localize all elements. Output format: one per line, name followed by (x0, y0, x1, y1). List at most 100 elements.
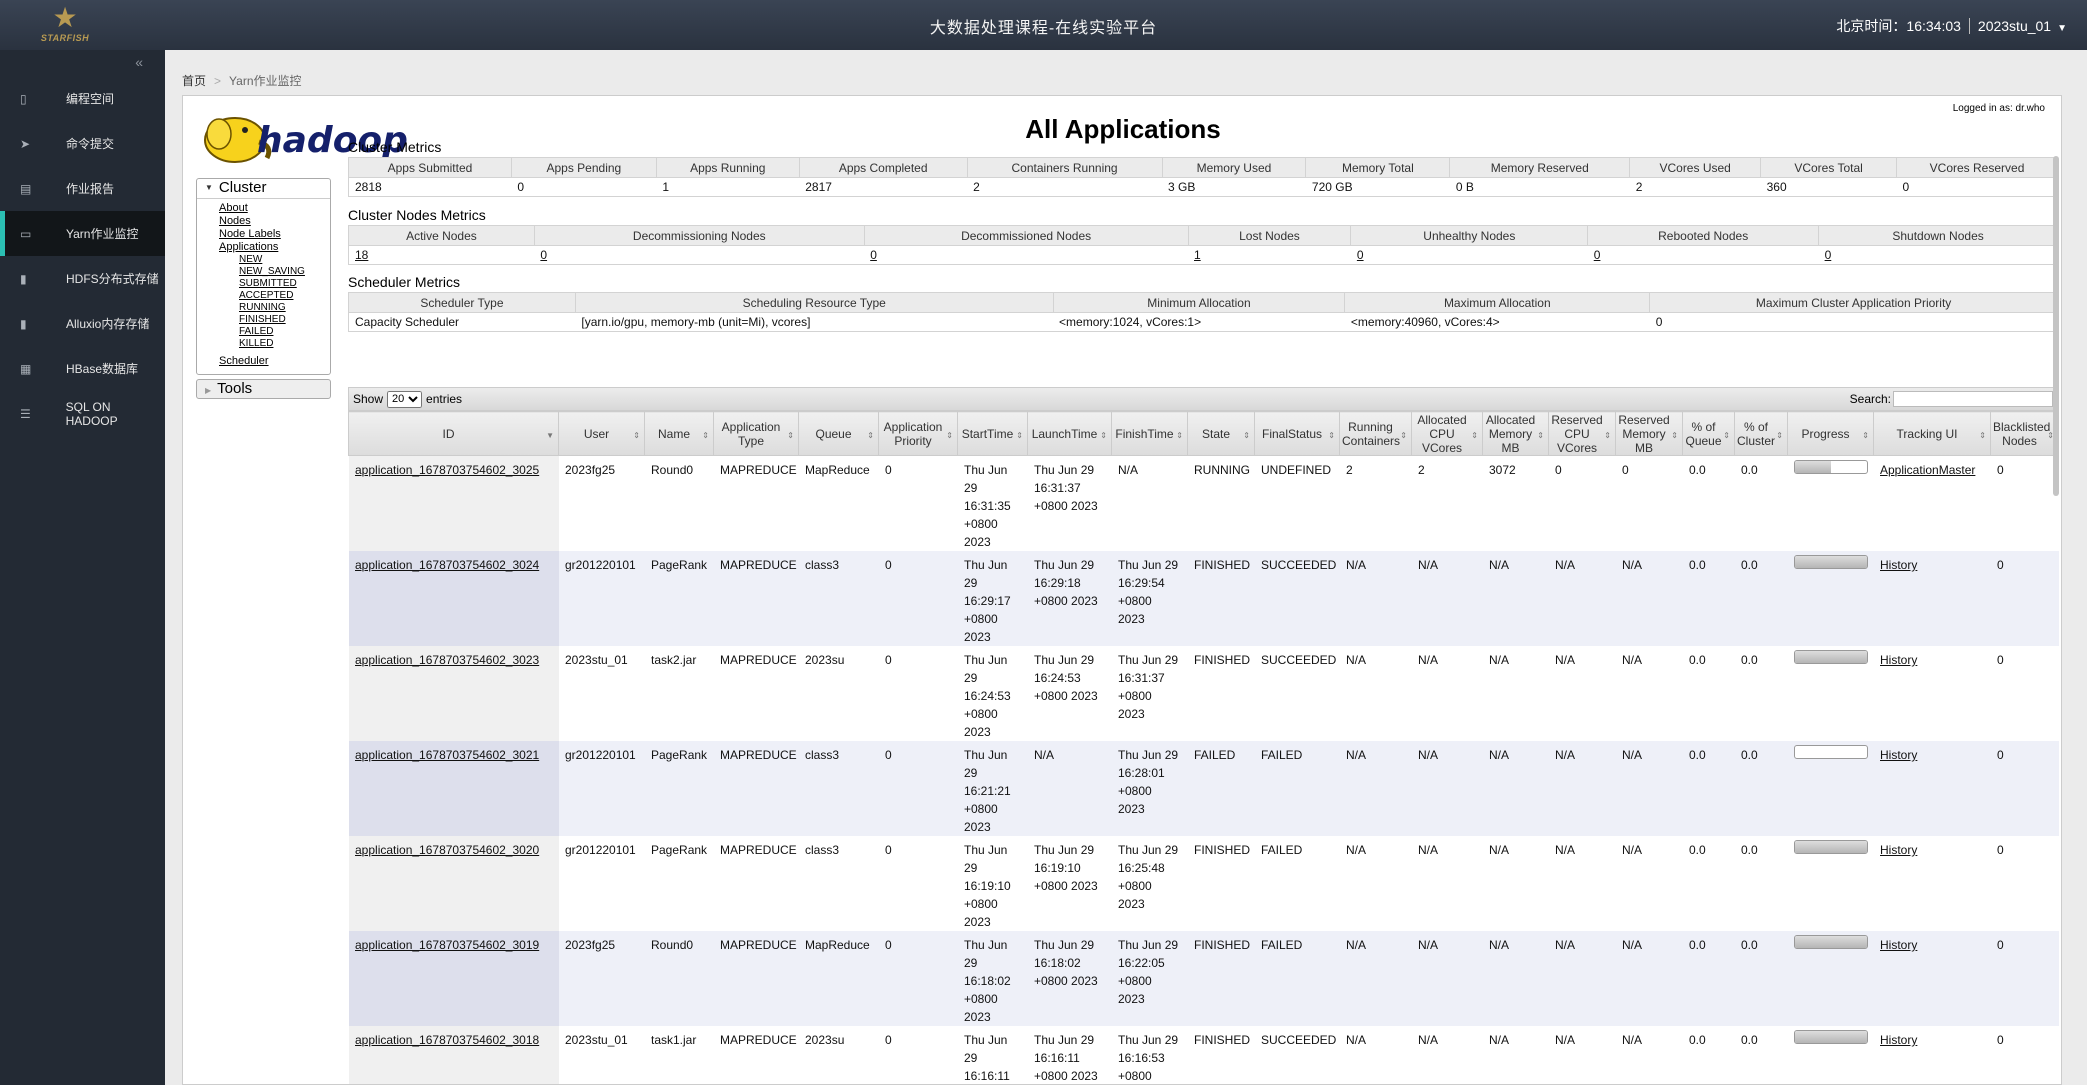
column-header[interactable]: Reserved Memory MB ⇕ (1615, 411, 1683, 456)
application-id-link[interactable]: application_1678703754602_3019 (355, 938, 539, 952)
top-right-info: 北京时间：16:34:03 2023stu_01 ▼ (1836, 16, 2067, 36)
nav-link-about[interactable]: About (219, 202, 330, 215)
app-state-new-saving[interactable]: NEW_SAVING (219, 266, 330, 278)
cell-pc: 0.0 (1734, 836, 1788, 931)
cell-priority: 0 (878, 646, 958, 741)
bar-chart-icon: ▮ (20, 316, 27, 331)
entries-select[interactable]: 20 (387, 390, 423, 408)
metric-link[interactable]: 0 (1357, 248, 1364, 262)
tracking-ui-link[interactable]: History (1880, 748, 1917, 762)
sidebar-item[interactable]: ☰ SQL ON HADOOP (0, 391, 165, 436)
cell-priority: 0 (878, 836, 958, 931)
sidebar-item[interactable]: ▤ 作业报告 (0, 166, 165, 211)
metric-link[interactable]: 0 (870, 248, 877, 262)
column-header[interactable]: Name ⇕ (644, 411, 714, 456)
nav-link-nodes[interactable]: Nodes (219, 215, 330, 228)
progress-bar-fill (1795, 461, 1831, 473)
cell-rcpu: N/A (1548, 931, 1616, 1026)
metric-header: Memory Used (1161, 157, 1307, 178)
cell-user: 2023stu_01 (558, 646, 645, 741)
column-header[interactable]: FinishTime ⇕ (1111, 411, 1188, 456)
tracking-ui-link[interactable]: History (1880, 938, 1917, 952)
cell-pq: 0.0 (1682, 455, 1735, 551)
sidebar-nav: ▯ 编程空间 ➤ 命令提交 ▤ 作业报告 ▭ Yarn作业监控 ▮ HDFS分布式存储 ▮ Allux… (0, 76, 165, 436)
column-header[interactable]: Queue ⇕ (798, 411, 879, 456)
column-header[interactable]: StartTime ⇕ (957, 411, 1028, 456)
column-header[interactable]: FinalStatus ⇕ (1254, 411, 1340, 456)
search-input[interactable] (1893, 391, 2053, 407)
column-header[interactable]: Reserved CPU VCores ⇕ (1548, 411, 1616, 456)
app-state-failed[interactable]: FAILED (219, 326, 330, 338)
starfish-logo: ★ STARFISH (40, 3, 90, 47)
user-menu[interactable]: 2023stu_01 ▼ (1978, 18, 2067, 34)
cluster-menu-header[interactable]: ▼ Cluster (197, 179, 330, 199)
application-id-link[interactable]: application_1678703754602_3025 (355, 463, 539, 477)
cell-rc: N/A (1339, 931, 1412, 1026)
collapse-sidebar-icon[interactable]: « (135, 54, 143, 70)
app-state-submitted[interactable]: SUBMITTED (219, 278, 330, 290)
tracking-ui-link[interactable]: History (1880, 653, 1917, 667)
sidebar-item[interactable]: ▮ Alluxio内存存储 (0, 301, 165, 346)
tracking-ui-link[interactable]: History (1880, 843, 1917, 857)
tools-menu[interactable]: ▶ Tools (196, 379, 331, 399)
column-header[interactable]: Tracking UI ⇕ (1873, 411, 1991, 456)
tracking-ui-link[interactable]: History (1880, 558, 1917, 572)
metric-link[interactable]: 0 (1594, 248, 1601, 262)
metric-value: 0 (1818, 245, 2058, 265)
sliders-icon: ☰ (20, 406, 31, 421)
metric-header: Minimum Allocation (1052, 292, 1346, 313)
application-id-link[interactable]: application_1678703754602_3024 (355, 558, 539, 572)
column-header[interactable]: LaunchTime ⇕ (1027, 411, 1112, 456)
app-state-new[interactable]: NEW (219, 254, 330, 266)
sidebar-item[interactable]: ➤ 命令提交 (0, 121, 165, 166)
column-header[interactable]: Application Priority ⇕ (878, 411, 958, 456)
cell-priority: 0 (878, 551, 958, 646)
metric-link[interactable]: 18 (355, 248, 368, 262)
column-header[interactable]: Allocated CPU VCores ⇕ (1411, 411, 1483, 456)
sort-icon: ⇕ (1671, 431, 1678, 440)
nav-link-applications[interactable]: Applications (219, 241, 330, 254)
table-row: application_1678703754602_3020 gr20122010… (348, 836, 2059, 931)
column-header[interactable]: Running Containers ⇕ (1339, 411, 1412, 456)
breadcrumb-home[interactable]: 首页 (182, 74, 206, 88)
app-state-killed[interactable]: KILLED (219, 338, 330, 350)
column-header[interactable]: ID ▼ (348, 411, 559, 456)
application-id-link[interactable]: application_1678703754602_3020 (355, 843, 539, 857)
cell-pq: 0.0 (1682, 646, 1735, 741)
grid-icon: ▦ (20, 361, 32, 376)
sidebar-item[interactable]: ▮ HDFS分布式存储 (0, 256, 165, 301)
cell-queue: class3 (798, 551, 879, 646)
app-state-running[interactable]: RUNNING (219, 302, 330, 314)
column-header[interactable]: User ⇕ (558, 411, 645, 456)
column-header[interactable]: % of Cluster ⇕ (1734, 411, 1788, 456)
sidebar-item[interactable]: ▦ HBase数据库 (0, 346, 165, 391)
application-id-link[interactable]: application_1678703754602_3021 (355, 748, 539, 762)
application-id-link[interactable]: application_1678703754602_3023 (355, 653, 539, 667)
nav-link-scheduler[interactable]: Scheduler (219, 355, 330, 368)
cell-queue: 2023su (798, 646, 879, 741)
app-state-accepted[interactable]: ACCEPTED (219, 290, 330, 302)
tracking-ui-link[interactable]: History (1880, 1033, 1917, 1047)
page-scrollbar[interactable] (2049, 96, 2059, 1084)
sort-icon: ⇕ (702, 431, 709, 440)
metric-header: Containers Running (966, 157, 1163, 178)
cell-acpu: 2 (1411, 455, 1483, 551)
column-header[interactable]: Allocated Memory MB ⇕ (1482, 411, 1549, 456)
column-header[interactable]: Application Type ⇕ (713, 411, 799, 456)
nav-link-node-labels[interactable]: Node Labels (219, 228, 330, 241)
page-title: All Applications (1025, 114, 1221, 144)
app-state-finished[interactable]: FINISHED (219, 314, 330, 326)
column-header[interactable]: Progress ⇕ (1787, 411, 1874, 456)
sidebar-item[interactable]: ▯ 编程空间 (0, 76, 165, 121)
tracking-ui-link[interactable]: ApplicationMaster (1880, 463, 1975, 477)
metric-link[interactable]: 0 (1825, 248, 1832, 262)
scrollbar-thumb[interactable] (2053, 156, 2059, 496)
column-header-label: StartTime (961, 426, 1014, 441)
column-header[interactable]: % of Queue ⇕ (1682, 411, 1735, 456)
sidebar-item[interactable]: ▭ Yarn作业监控 (0, 211, 165, 256)
application-id-link[interactable]: application_1678703754602_3018 (355, 1033, 539, 1047)
metric-link[interactable]: 0 (540, 248, 547, 262)
metric-link[interactable]: 1 (1194, 248, 1201, 262)
column-header[interactable]: State ⇕ (1187, 411, 1255, 456)
column-header-label: Reserved CPU VCores (1551, 412, 1603, 455)
